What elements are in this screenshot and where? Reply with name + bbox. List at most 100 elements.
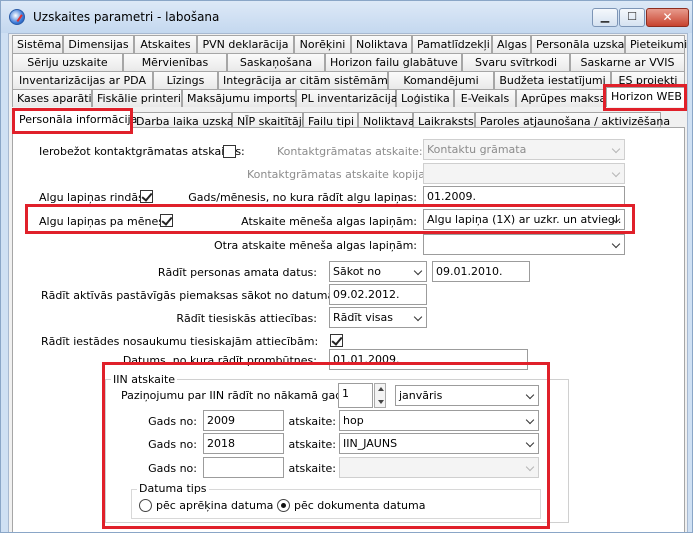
piemaksas-label: Rādīt aktīvās pastāvīgās piemaksas sākot… (41, 289, 338, 302)
gads-no-input-3[interactable] (203, 457, 284, 478)
tab-lizings[interactable]: Līzings (153, 71, 218, 89)
gads-no-label-2: Gads no: (148, 438, 197, 451)
chevron-down-icon (525, 415, 535, 425)
tab-integracija[interactable]: Integrācija ar citām sistēmām (218, 71, 388, 89)
tab-logistika[interactable]: Loģistika (396, 89, 454, 107)
kontaktgr-atskaite-label: Kontaktgrāmatas atskaite: (277, 145, 423, 158)
chevron-down-icon (611, 144, 621, 154)
ierobezot-label: Ierobežot kontaktgrāmatas atskaites: (39, 145, 245, 158)
app-window: Uzskaites parametri - labošana ▁ ☐ ✕ Sis… (0, 0, 693, 533)
tab-aprupes-maksas[interactable]: Aprūpes maksas (516, 89, 612, 107)
subtab-personala-informacija[interactable]: Personāla informācija (14, 110, 137, 130)
amata-value: Sākot no (333, 265, 381, 278)
tab-atskaites[interactable]: Atskaites (134, 35, 197, 53)
tab-pl-inventarizacija[interactable]: PL inventarizācija (296, 89, 398, 107)
tab-pamatlidzekli[interactable]: Pamatlīdzekļi (412, 35, 492, 53)
tab-budzeta-iestatijumi[interactable]: Budžeta iestatījumi (494, 71, 611, 89)
tab-komandejumi[interactable]: Komandējumi (388, 71, 494, 89)
pazinojumu-number-input[interactable]: 1 (338, 383, 373, 408)
tiesiskas-label: Rādīt tiesiskās attiecības: (176, 312, 317, 325)
radio-aprekina-datuma-label: pēc aprēķina datuma (156, 499, 274, 512)
gads-no-input-1[interactable]: 2009 (203, 410, 284, 431)
tab-fiskalie-printeri[interactable]: Fiskālie printeri (92, 89, 182, 107)
chevron-down-icon (611, 239, 621, 249)
tab-mervienibas[interactable]: Mērvienības (123, 53, 227, 71)
tab-noliktava[interactable]: Noliktava (351, 35, 412, 53)
tab-horizon-failu-glabatuve[interactable]: Horizon failu glabātuve (325, 53, 462, 71)
chevron-down-icon (525, 390, 535, 400)
tab-personala-uzskaite[interactable]: Personāla uzskaite (531, 35, 639, 53)
tab-algas[interactable]: Algas (492, 35, 531, 53)
app-logo-icon (9, 9, 25, 25)
gads-no-label-1: Gads no: (148, 415, 197, 428)
pazinojumu-label: Paziņojumu par IIN rādīt no nākamā gada (121, 389, 349, 402)
tab-norekini[interactable]: Norēķini (294, 35, 351, 53)
piemaksas-input[interactable]: 09.02.2012. (329, 284, 427, 305)
otra-atskaite-select[interactable] (423, 234, 625, 255)
atskaite-label-1: atskaite: (288, 415, 336, 428)
tab-inventarizacijas-ar-pda[interactable]: Inventarizācijas ar PDA (12, 71, 153, 89)
chevron-down-icon (525, 438, 535, 448)
ierobezot-checkbox[interactable] (223, 145, 236, 158)
kontaktgr-atskaite-select[interactable]: Kontaktu grāmata (423, 139, 625, 160)
tab-row-4: Kases aparāti Fiskālie printeri Maksājum… (12, 87, 685, 107)
tab-svaru-svitrkodi[interactable]: Svaru svītrkodi (462, 53, 570, 71)
window-title: Uzskaites parametri - labošana (33, 10, 220, 24)
radio-dokumenta-datuma-label: pēc dokumenta datuma (294, 499, 426, 512)
tab-pieteikumi[interactable]: Pieteikumi (625, 35, 687, 53)
tab-kases-aparati[interactable]: Kases aparāti (12, 89, 92, 107)
atskaite-select-3[interactable] (339, 457, 539, 478)
atskaite-algu-label: Atskaite mēneša algas lapiņām: (241, 215, 417, 228)
otra-atskaite-label: Otra atskaite mēneša algas lapiņām: (214, 239, 417, 252)
chevron-down-icon (413, 312, 423, 322)
close-button[interactable]: ✕ (646, 8, 689, 27)
tab-horizon-web[interactable]: Horizon WEB (606, 87, 685, 107)
radio-aprekina-datuma[interactable] (139, 499, 152, 512)
gads-menesis-label: Gads/mēnesis, no kura rādīt algu lapiņas… (188, 191, 417, 204)
kontaktgr-kopija-label: Kontaktgrāmatas atskaite kopija: (247, 168, 429, 181)
algu-pa-menesi-checkbox[interactable] (160, 214, 173, 227)
tab-pvn-deklaracija[interactable]: PVN deklarācija (197, 35, 294, 53)
iestades-label: Rādīt iestādes nosaukumu tiesiskajām att… (41, 335, 319, 348)
pazinojumu-spinner[interactable] (374, 383, 386, 408)
pazinojumu-month-select[interactable]: janvāris (395, 385, 539, 406)
tab-row-3: Inventarizācijas ar PDA Līzings Integrāc… (12, 71, 685, 89)
title-bar: Uzskaites parametri - labošana ▁ ☐ ✕ (1, 1, 692, 33)
minimize-button[interactable]: ▁ (592, 8, 618, 27)
atskaite-select-1[interactable]: hop (339, 410, 539, 431)
iestades-checkbox[interactable] (330, 334, 343, 347)
tab-e-veikals[interactable]: E-Veikals (454, 89, 516, 107)
algu-pa-menesi-label: Algu lapiņas pa mēnesi: (39, 215, 171, 228)
tab-seriju-uzskaite[interactable]: Sēriju uzskaite (12, 53, 123, 71)
amata-label: Rādīt personas amata datus: (157, 266, 317, 279)
radio-dokumenta-datuma[interactable] (277, 499, 290, 512)
tab-sistema[interactable]: Sistēma (12, 35, 63, 53)
maximize-button[interactable]: ☐ (619, 8, 645, 27)
atskaite-algu-select[interactable]: Algu lapiņa (1X) ar uzkr. un atviegl. (423, 209, 625, 230)
prombutnes-input[interactable]: 01.01.2009. (329, 349, 528, 370)
tab-saskarne-ar-vvis[interactable]: Saskarne ar VVIS (570, 53, 685, 71)
pazinojumu-month-value: janvāris (399, 389, 443, 402)
gads-menesis-input[interactable]: 01.2009. (423, 186, 625, 207)
tab-maksajumu-imports[interactable]: Maksājumu imports (182, 89, 296, 107)
atskaite-select-2[interactable]: IIN_JAUNS (339, 433, 539, 454)
amata-date-input[interactable]: 09.01.2010. (432, 261, 530, 282)
tiesiskas-value: Rādīt visas (333, 311, 394, 324)
tiesiskas-select[interactable]: Rādīt visas (329, 307, 427, 328)
kontaktgr-atskaite-value: Kontaktu grāmata (427, 143, 527, 156)
tab-dimensijas[interactable]: Dimensijas (63, 35, 134, 53)
algu-rindas-label: Algu lapiņas rindās: (39, 191, 148, 204)
chevron-down-icon (413, 266, 423, 276)
atskaite-value-1: hop (343, 414, 364, 427)
algu-rindas-checkbox[interactable] (140, 190, 153, 203)
tab-row-1: Sistēma Dimensijas Atskaites PVN deklarā… (12, 35, 687, 53)
kontaktgr-kopija-select[interactable] (423, 163, 625, 184)
tab-saskanosana[interactable]: Saskaņošana (227, 53, 325, 71)
iin-atskaite-title: IIN atskaite (111, 373, 178, 386)
atskaite-label-3: atskaite: (288, 462, 336, 475)
gads-no-input-2[interactable]: 2018 (203, 433, 284, 454)
prombutnes-label: Datums, no kura rādīt prombūtnes: (122, 354, 317, 367)
tab-row-2: Sēriju uzskaite Mērvienības Saskaņošana … (12, 53, 685, 71)
amata-select[interactable]: Sākot no (329, 261, 427, 282)
gads-no-label-3: Gads no: (148, 462, 197, 475)
